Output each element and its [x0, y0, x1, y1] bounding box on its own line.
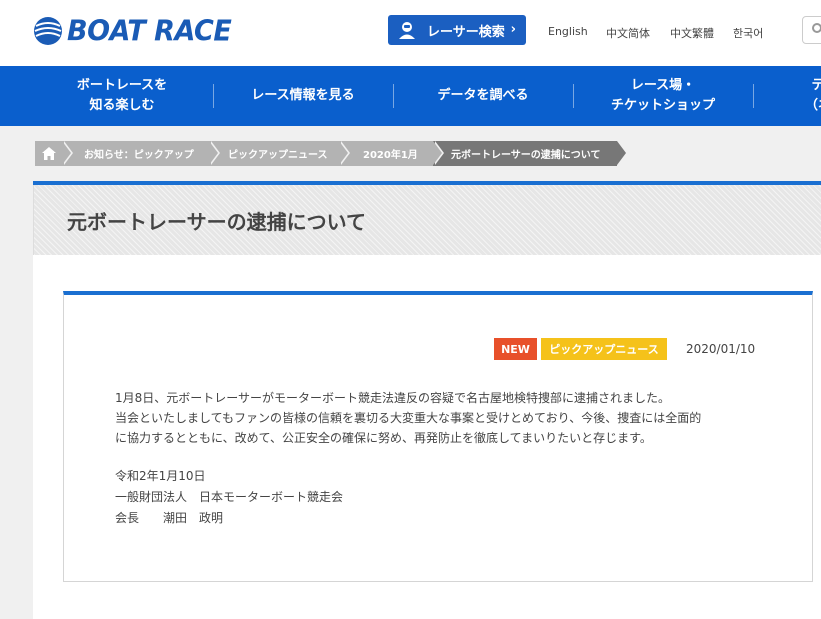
lang-zh-hant-link[interactable]: 中文繁體: [670, 25, 714, 41]
lang-english-link[interactable]: English: [548, 25, 588, 38]
main-panel: 元ボートレーサーの逮捕について NEW ピックアップニュース 2020/01/1…: [33, 181, 821, 619]
site-header: BOAT RACE レーサー検索 › English 中文简体 中文繁體 한국어: [0, 0, 821, 66]
home-icon: [42, 147, 56, 160]
main-nav: ボートレースを 知る楽しむ レース情報を見る データを調べる レース場・ チケッ…: [0, 66, 821, 126]
racer-search-label: レーサー検索: [427, 24, 505, 40]
article-line: 1月8日、元ボートレーサーがモーターボート競走法違反の容疑で名古屋地検特捜部に逮…: [115, 391, 671, 405]
breadcrumb-item[interactable]: ピックアップニュース: [209, 141, 350, 166]
breadcrumb-item[interactable]: お知らせ：ピックアップ: [62, 141, 220, 166]
search-icon: [812, 23, 821, 33]
article-body: 1月8日、元ボートレーサーがモーターボート競走法違反の容疑で名古屋地検特捜部に逮…: [115, 388, 765, 448]
racer-icon: [399, 22, 415, 39]
article-date: 2020/01/10: [686, 342, 756, 356]
logo-text: BOAT RACE: [67, 14, 232, 48]
signature-date: 令和2年1月10日: [115, 469, 206, 483]
nav-item-race-info[interactable]: レース情報を見る: [213, 66, 393, 126]
title-band: 元ボートレーサーの逮捕について: [33, 185, 821, 255]
lang-zh-hans-link[interactable]: 中文简体: [606, 25, 650, 41]
signature-org: 一般財団法人 日本モーターボート競走会: [115, 490, 344, 504]
lang-korean-link[interactable]: 한국어: [733, 25, 763, 41]
site-search-input[interactable]: [802, 16, 821, 44]
breadcrumb-item[interactable]: 2020年1月: [339, 141, 444, 166]
boat-race-logo[interactable]: BOAT RACE: [33, 14, 232, 48]
nav-item-data[interactable]: データを調べる: [393, 66, 573, 126]
page-title: 元ボートレーサーの逮捕について: [67, 210, 366, 234]
new-badge: NEW: [494, 338, 537, 360]
racer-search-button[interactable]: レーサー検索 ›: [388, 15, 526, 45]
nav-item-stadium[interactable]: レース場・ チケットショップ: [573, 66, 753, 126]
chevron-right-icon: ›: [510, 22, 516, 37]
news-article: NEW ピックアップニュース 2020/01/10 1月8日、元ボートレーサーが…: [63, 291, 813, 582]
nav-item-enjoy[interactable]: ボートレースを 知る楽しむ: [32, 66, 212, 126]
logo-mark-icon: [34, 17, 62, 45]
breadcrumb-home[interactable]: [35, 141, 73, 166]
nav-item-truncated[interactable]: テ （ネ: [753, 66, 821, 126]
signature-person: 会長 潮田 政明: [115, 511, 224, 525]
breadcrumb-current: 元ボートレーサーの逮捕について: [433, 141, 628, 166]
article-line: に協力するとともに、改めて、公正安全の確保に努め、再発防止を徹底してまいりたいと…: [115, 431, 652, 445]
category-badge[interactable]: ピックアップニュース: [541, 338, 667, 360]
article-line: 当会といたしましてもファンの皆様の信頼を裏切る大変重大な事案と受けとめており、今…: [115, 411, 702, 425]
